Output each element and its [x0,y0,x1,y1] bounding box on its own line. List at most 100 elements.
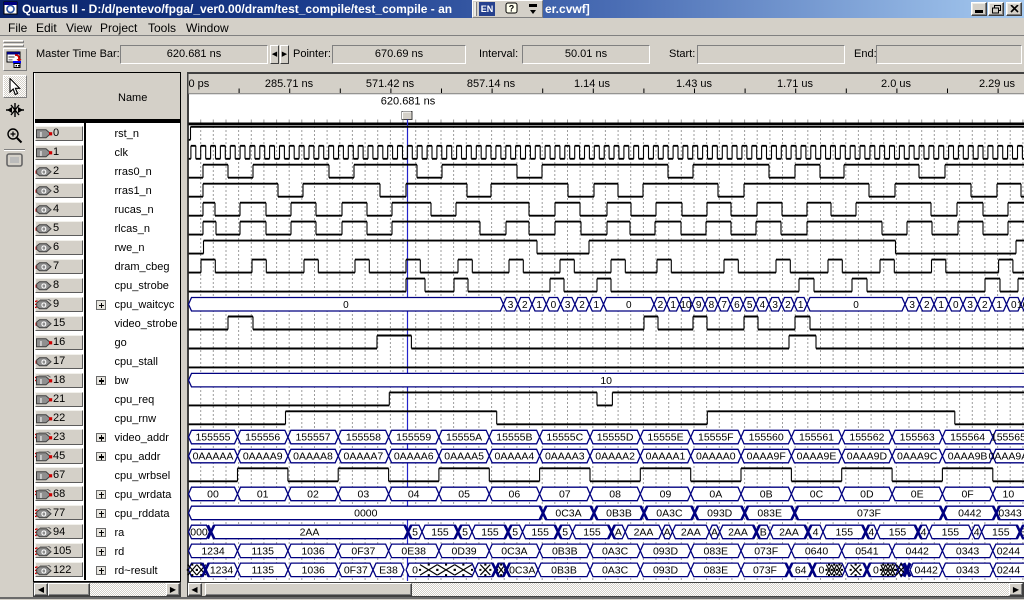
svg-text:155: 155 [583,527,601,539]
svg-text:0B3B: 0B3B [552,546,578,558]
svg-text:1.14 us: 1.14 us [574,78,611,90]
svg-text:0A3C: 0A3C [602,565,629,577]
svg-text:0: 0 [853,300,859,311]
svg-text:15555B: 15555B [496,432,532,444]
svg-text:10: 10 [680,300,692,311]
svg-text:64: 64 [795,565,807,577]
svg-text:A: A [615,527,622,539]
svg-text:2.0 us: 2.0 us [881,78,911,90]
svg-text:0AAAA8: 0AAAA8 [293,451,333,463]
svg-text:0343: 0343 [956,546,980,558]
svg-text:0: 0 [626,300,632,311]
svg-text:04: 04 [408,489,420,501]
svg-text:155555: 155555 [195,432,230,444]
svg-text:1036: 1036 [301,546,325,558]
svg-text:15555A: 15555A [446,432,482,444]
svg-text:0AAAA9: 0AAAA9 [243,451,283,463]
svg-text:0B3B: 0B3B [606,508,632,520]
svg-text:000: 000 [190,527,208,539]
svg-text:0: 0 [873,565,879,577]
svg-text:4: 4 [760,300,766,311]
svg-text:1234: 1234 [201,546,225,558]
svg-text:1.43 us: 1.43 us [676,78,713,90]
svg-text:0B3B: 0B3B [551,565,577,577]
svg-text:0: 0 [953,300,959,311]
svg-text:155562: 155562 [849,432,884,444]
svg-text:083E: 083E [704,565,729,577]
svg-text:155560: 155560 [749,432,784,444]
svg-text:2: 2 [924,300,930,311]
svg-text:1135: 1135 [252,565,275,577]
svg-text:0640: 0640 [805,546,829,558]
svg-text:07: 07 [559,489,571,501]
svg-text:155: 155 [889,527,907,539]
svg-text:B: B [760,527,767,539]
svg-text:093D: 093D [653,546,679,558]
svg-text:2: 2 [579,300,585,311]
svg-text:0442: 0442 [906,546,930,558]
svg-text:2.29 us: 2.29 us [979,78,1016,90]
svg-text:0AAAA2: 0AAAA2 [595,451,635,463]
svg-text:2AA: 2AA [300,527,320,539]
svg-text:0244: 0244 [997,546,1021,558]
svg-text:5: 5 [562,527,568,539]
svg-text:1: 1 [536,300,542,311]
svg-text:5: 5 [462,527,468,539]
svg-text:15555C: 15555C [546,432,583,444]
svg-text:02: 02 [307,489,319,501]
svg-text:05: 05 [458,489,470,501]
svg-text:3: 3 [508,300,514,311]
svg-text:0442: 0442 [915,565,939,577]
svg-text:083E: 083E [757,508,782,520]
svg-text:1: 1 [798,300,804,311]
svg-text:0AAA9D: 0AAA9D [847,451,888,463]
svg-text:155565: 155565 [991,432,1024,444]
svg-text:0E38: 0E38 [401,546,426,558]
svg-text:0F37: 0F37 [351,546,375,558]
svg-text:4: 4 [813,527,819,539]
svg-text:0000: 0000 [354,508,378,520]
svg-text:10: 10 [600,375,612,387]
svg-text:5: 5 [512,527,518,539]
svg-text:0343: 0343 [956,565,980,577]
svg-text:16: 16 [1017,300,1024,311]
svg-text:0: 0 [818,565,824,577]
svg-text:0C3A: 0C3A [509,565,535,577]
svg-text:1: 1 [594,300,600,311]
svg-text:0AAA9F: 0AAA9F [747,451,786,463]
svg-text:285.71 ns: 285.71 ns [265,78,314,90]
svg-text:0D: 0D [860,489,874,501]
svg-text:155559: 155559 [396,432,431,444]
svg-text:155: 155 [836,527,854,539]
svg-text:155564: 155564 [950,432,985,444]
svg-text:7: 7 [721,300,727,311]
svg-text:155: 155 [992,527,1010,539]
svg-text:09: 09 [660,489,672,501]
svg-text:073F: 073F [753,565,777,577]
svg-text:1135: 1135 [251,546,274,558]
svg-text:0A: 0A [709,489,722,501]
svg-text:0A3C: 0A3C [602,546,629,558]
svg-text:1036: 1036 [302,565,326,577]
svg-text:3: 3 [772,300,778,311]
svg-text:5: 5 [412,527,418,539]
svg-text:E38: E38 [379,565,398,577]
svg-text:08: 08 [609,489,621,501]
svg-text:01: 01 [257,489,269,501]
svg-text:1234: 1234 [210,565,234,577]
svg-text:0: 0 [551,300,557,311]
svg-text:0 ps: 0 ps [189,78,210,90]
svg-text:1.71 us: 1.71 us [777,78,814,90]
svg-text:10: 10 [1003,489,1015,501]
svg-text:15555D: 15555D [597,432,634,444]
svg-text:620.681 ns: 620.681 ns [381,96,436,108]
svg-text:1: 1 [670,300,676,311]
svg-text:0541: 0541 [855,546,879,558]
svg-text:155: 155 [942,527,960,539]
svg-text:0B: 0B [760,489,773,501]
svg-text:0442: 0442 [958,508,982,520]
svg-text:9: 9 [696,300,702,311]
svg-text:155: 155 [431,527,449,539]
svg-text:2: 2 [522,300,528,311]
svg-text:0: 0 [343,300,349,311]
